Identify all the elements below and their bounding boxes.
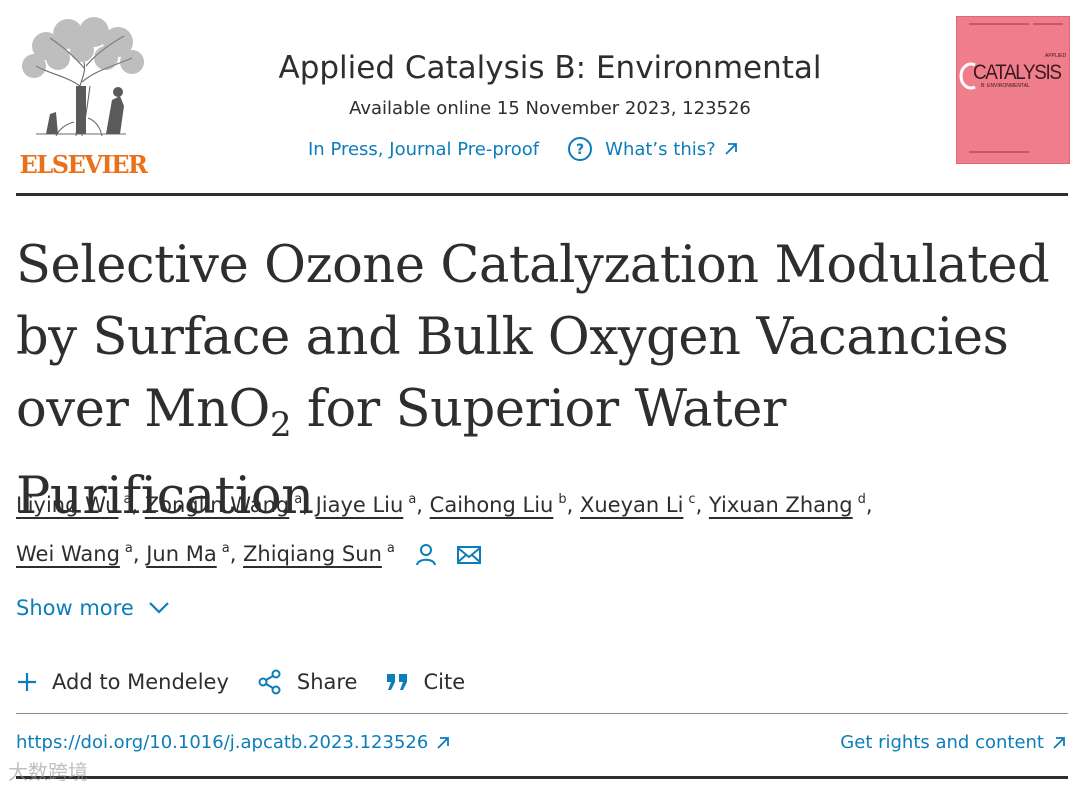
show-more-label: Show more [16,596,134,620]
title-line: by Surface and Bulk Oxygen Vacancies [16,308,1009,367]
author-link[interactable]: Caihong Liu [430,493,554,517]
svg-text:?: ? [576,142,584,158]
author-link[interactable]: Jun Ma [146,542,216,566]
share-icon [258,669,281,695]
doi-link[interactable]: https://doi.org/10.1016/j.apcatb.2023.12… [16,732,450,753]
author-affiliation[interactable]: a [387,541,395,556]
journal-pre-proof-link[interactable]: In Press, Journal Pre-proof [308,139,539,160]
cite-button[interactable]: Cite [385,670,465,694]
cover-subtitle: B: ENVIRONMENTAL [981,83,1030,89]
cover-catalysis: CATALYSIS [973,61,1062,84]
author-link[interactable]: Jiaye Liu [316,493,404,517]
journal-status-row: In Press, Journal Pre-proof ? What’s thi… [308,134,738,164]
elsevier-logo[interactable]: ELSEVIER [16,16,150,179]
author-affiliation[interactable]: a [125,541,133,556]
cover-rule [969,151,1029,153]
journal-cover-image[interactable]: APPLIED CATALYSIS B: ENVIRONMENTAL [956,16,1070,164]
rights-text: Get rights and content [840,732,1044,753]
author-affiliation[interactable]: b [558,492,566,507]
cite-label: Cite [423,670,466,694]
author-link[interactable]: Zhiqiang Sun [243,542,382,566]
author-affiliation[interactable]: d [858,492,866,507]
doi-text: https://doi.org/10.1016/j.apcatb.2023.12… [16,732,429,753]
author-link[interactable]: Liying Wu [16,493,118,517]
author-affiliation[interactable]: a [294,492,302,507]
rights-and-content-link[interactable]: Get rights and content [840,732,1066,753]
quote-icon [387,674,408,690]
email-icon[interactable] [456,544,482,566]
elsevier-tree-icon [22,17,144,137]
chevron-down-icon [148,602,169,614]
title-subscript: 2 [269,405,292,445]
author-link[interactable]: Zonglin Wang [145,493,289,517]
show-more-button[interactable]: Show more [16,596,170,620]
toolbar-divider [16,713,1068,714]
title-line: over MnO [16,380,270,439]
help-circle-icon[interactable]: ? [567,136,593,162]
author-affiliation[interactable]: a [408,492,416,507]
article-header: ELSEVIER Applied Catalysis B: Environmen… [0,0,1080,196]
author-link[interactable]: Xueyan Li [580,493,683,517]
author-affiliation[interactable]: c [688,492,695,507]
mendeley-label: Add to Mendeley [52,670,229,694]
title-line: Selective Ozone Catalyzation Modulated [16,236,1050,295]
author-list: Liying Wu a, Zonglin Wang a, Jiaye Liu a, C… [16,492,873,566]
cover-applied: APPLIED [1045,53,1067,59]
journal-availability: Available online 15 November 2023, 12352… [349,98,751,119]
author-link[interactable]: Yixuan Zhang [709,493,853,517]
article-toolbar: Add to Mendeley Share Cite [16,664,493,700]
watermark: 大数跨境 [8,760,88,784]
whats-this-link[interactable]: What’s this? [605,139,716,160]
external-link-icon [1053,736,1065,749]
external-link-icon [725,143,737,155]
cover-rule [1033,23,1063,25]
journal-info: Applied Catalysis B: Environmental Avail… [200,40,900,124]
person-icon[interactable] [414,542,438,566]
publisher-name: ELSEVIER [19,150,148,179]
header-divider [16,193,1068,196]
add-to-mendeley-button[interactable]: Add to Mendeley [16,670,229,694]
author-affiliation[interactable]: a [123,492,131,507]
author-affiliation[interactable]: a [222,541,230,556]
journal-title[interactable]: Applied Catalysis B: Environmental [200,40,900,96]
bottom-divider [16,776,1068,779]
share-label: Share [296,670,358,694]
share-button[interactable]: Share [257,669,358,695]
plus-icon [18,673,36,691]
author-link[interactable]: Wei Wang [16,542,120,566]
cover-rule [969,23,1029,25]
external-link-icon [437,736,450,749]
